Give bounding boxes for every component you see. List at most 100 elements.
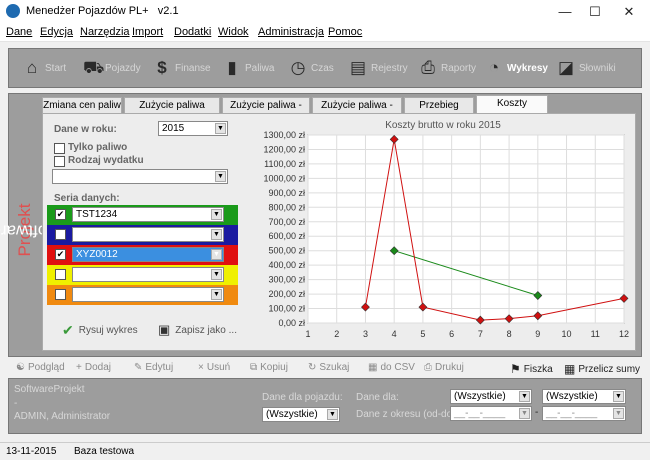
- menu-dane[interactable]: Dane: [6, 26, 32, 38]
- date-to-input[interactable]: __-__-____ ▼: [542, 406, 626, 421]
- checkmark-icon: ✔: [62, 322, 74, 338]
- floppy-disk-icon: ▣: [158, 322, 171, 337]
- x-tick-label: 6: [449, 329, 454, 339]
- chevron-down-icon: ▼: [327, 409, 338, 420]
- toolbar-raporty-button[interactable]: ⎙ Raporty: [419, 49, 476, 87]
- toolbar-finanse-button[interactable]: $ Finanse: [153, 49, 210, 87]
- y-tick-label: 400,00 zł: [268, 260, 305, 270]
- maximize-button[interactable]: ☐: [580, 2, 610, 22]
- tab-zmiana-cen[interactable]: Zmiana cen paliw: [42, 97, 122, 114]
- x-tick-label: 4: [392, 329, 397, 339]
- copy-button[interactable]: ⧉ Kopiuj: [250, 362, 288, 373]
- search-button[interactable]: ↻ Szukaj: [308, 362, 349, 373]
- csv-icon: ▦: [368, 362, 378, 373]
- series-4-checkbox[interactable]: [55, 269, 66, 280]
- range-label: Dane z okresu (od-do):: [356, 409, 459, 420]
- expense-type-select[interactable]: ▼: [52, 169, 228, 184]
- print-button[interactable]: ⎙ Drukuj: [424, 362, 464, 373]
- y-tick-label: 1100,00 zł: [264, 159, 305, 169]
- toolbar-paliwa-button[interactable]: ▮ Paliwa: [223, 49, 274, 87]
- x-tick-label: 2: [334, 329, 339, 339]
- status-bar: 13-11-2015 Baza testowa: [0, 442, 650, 460]
- y-tick-label: 1000,00 zł: [263, 173, 305, 183]
- series-row-2: ▼: [47, 225, 238, 245]
- toolbar-czas-button[interactable]: ◷ Czas: [289, 49, 334, 87]
- tab-koszty[interactable]: Koszty: [476, 95, 548, 114]
- x-tick-label: 3: [363, 329, 368, 339]
- expense-type-checkbox[interactable]: [54, 156, 65, 167]
- edit-button[interactable]: ✎ Edytuj: [134, 362, 173, 373]
- chevron-down-icon: ▼: [211, 289, 222, 300]
- toolbar-wykresy-button[interactable]: ◔ Wykresy: [485, 49, 548, 87]
- x-tick-label: 11: [591, 329, 600, 339]
- y-tick-label: 500,00 zł: [268, 246, 305, 256]
- date-range-separator: -: [535, 407, 539, 418]
- save-as-button[interactable]: ▣ Zapisz jako ...: [158, 322, 237, 338]
- calculator-icon: ▦: [564, 362, 576, 376]
- for-select[interactable]: (Wszystkie) ▼: [450, 389, 532, 404]
- pie-chart-icon: ◔: [488, 58, 500, 77]
- series-1-select[interactable]: TST1234 ▼: [72, 207, 224, 222]
- series-2-select[interactable]: ▼: [72, 227, 224, 242]
- title-bar: Menedżer Pojazdów PL+ v2.1 — ☐ ✕: [0, 0, 650, 24]
- printer-icon: ⎙: [421, 58, 435, 77]
- for-select-2[interactable]: (Wszystkie) ▼: [542, 389, 626, 404]
- user-name: ADMIN, Administrator: [14, 411, 111, 422]
- toolbar-slowniki-button[interactable]: ◪ Słowniki: [557, 49, 616, 87]
- date-from-input[interactable]: __-__-____ ▼: [450, 406, 532, 421]
- tab-przebieg[interactable]: Przebieg: [404, 97, 474, 114]
- menu-administracja[interactable]: Administracja: [258, 26, 324, 38]
- y-tick-label: 0,00 zł: [278, 318, 305, 328]
- menu-widok[interactable]: Widok: [218, 26, 249, 38]
- y-tick-label: 1300,00 zł: [263, 130, 305, 140]
- preview-button[interactable]: ☯ Podgląd: [16, 362, 65, 373]
- delete-button[interactable]: × Usuń: [198, 362, 230, 373]
- menu-edycja[interactable]: Edycja: [40, 26, 73, 38]
- tab-zuzycie-ciagle[interactable]: Zużycie paliwa ciągłe: [124, 97, 220, 127]
- for-label: Dane dla:: [356, 392, 399, 403]
- menu-bar: Dane Edycja Narzędzia Import Dodatki Wid…: [0, 24, 650, 42]
- toolbar-pojazdy-button[interactable]: ⛟ Pojazdy: [83, 49, 141, 87]
- y-tick-label: 700,00 zł: [268, 217, 305, 227]
- x-tick-label: 12: [619, 329, 629, 339]
- series-4-select[interactable]: ▼: [72, 267, 224, 282]
- window-title: Menedżer Pojazdów PL+ v2.1: [26, 5, 179, 17]
- draw-chart-button[interactable]: ✔ Rysuj wykres: [62, 322, 138, 339]
- chevron-down-icon: ▼: [215, 123, 226, 134]
- add-button[interactable]: + Dodaj: [76, 362, 111, 373]
- tab-zuzycie-km[interactable]: Zużycie paliwa - km: [222, 97, 310, 127]
- toolbar-rejestry-button[interactable]: ▤ Rejestry: [349, 49, 408, 87]
- series-3-checkbox[interactable]: ✔: [55, 249, 66, 260]
- plot-area: [307, 134, 625, 324]
- toolbar-start-button[interactable]: ⌂ Start: [23, 49, 66, 87]
- fiszka-button[interactable]: ⚑ Fiszka: [510, 362, 553, 376]
- print-icon: ⎙: [424, 362, 432, 373]
- y-tick-label: 600,00 zł: [268, 231, 305, 241]
- menu-dodatki[interactable]: Dodatki: [174, 26, 211, 38]
- year-select[interactable]: 2015 ▼: [158, 121, 228, 136]
- series-5-select[interactable]: ▼: [72, 287, 224, 302]
- series-row-1: ✔ TST1234 ▼: [47, 205, 238, 225]
- menu-import[interactable]: Import: [132, 26, 163, 38]
- chevron-down-icon: ▼: [613, 408, 624, 419]
- delete-icon: ×: [198, 362, 204, 373]
- chevron-down-icon: ▼: [211, 269, 222, 280]
- recalculate-sums-button[interactable]: ▦ Przelicz sumy: [564, 362, 640, 376]
- csv-button[interactable]: ▦ do CSV: [368, 362, 415, 373]
- x-tick-label: 10: [562, 329, 572, 339]
- app-icon: [6, 4, 20, 18]
- close-button[interactable]: ✕: [614, 2, 644, 22]
- series-2-checkbox[interactable]: [55, 229, 66, 240]
- series-1-checkbox[interactable]: ✔: [55, 209, 66, 220]
- info-separator: -: [14, 398, 18, 409]
- only-fuel-checkbox[interactable]: [54, 143, 65, 154]
- x-tick-label: 1: [305, 329, 310, 339]
- tab-zuzycie-mth[interactable]: Zużycie paliwa - Mth: [312, 97, 402, 127]
- chevron-down-icon: ▼: [215, 171, 226, 182]
- minimize-button[interactable]: —: [550, 2, 580, 22]
- menu-narzedzia[interactable]: Narzędzia: [80, 26, 130, 38]
- vehicle-select[interactable]: (Wszystkie) ▼: [262, 407, 340, 422]
- series-3-select[interactable]: XYZ0012 ▼: [72, 247, 224, 262]
- menu-pomoc[interactable]: Pomoc: [328, 26, 362, 38]
- series-5-checkbox[interactable]: [55, 289, 66, 300]
